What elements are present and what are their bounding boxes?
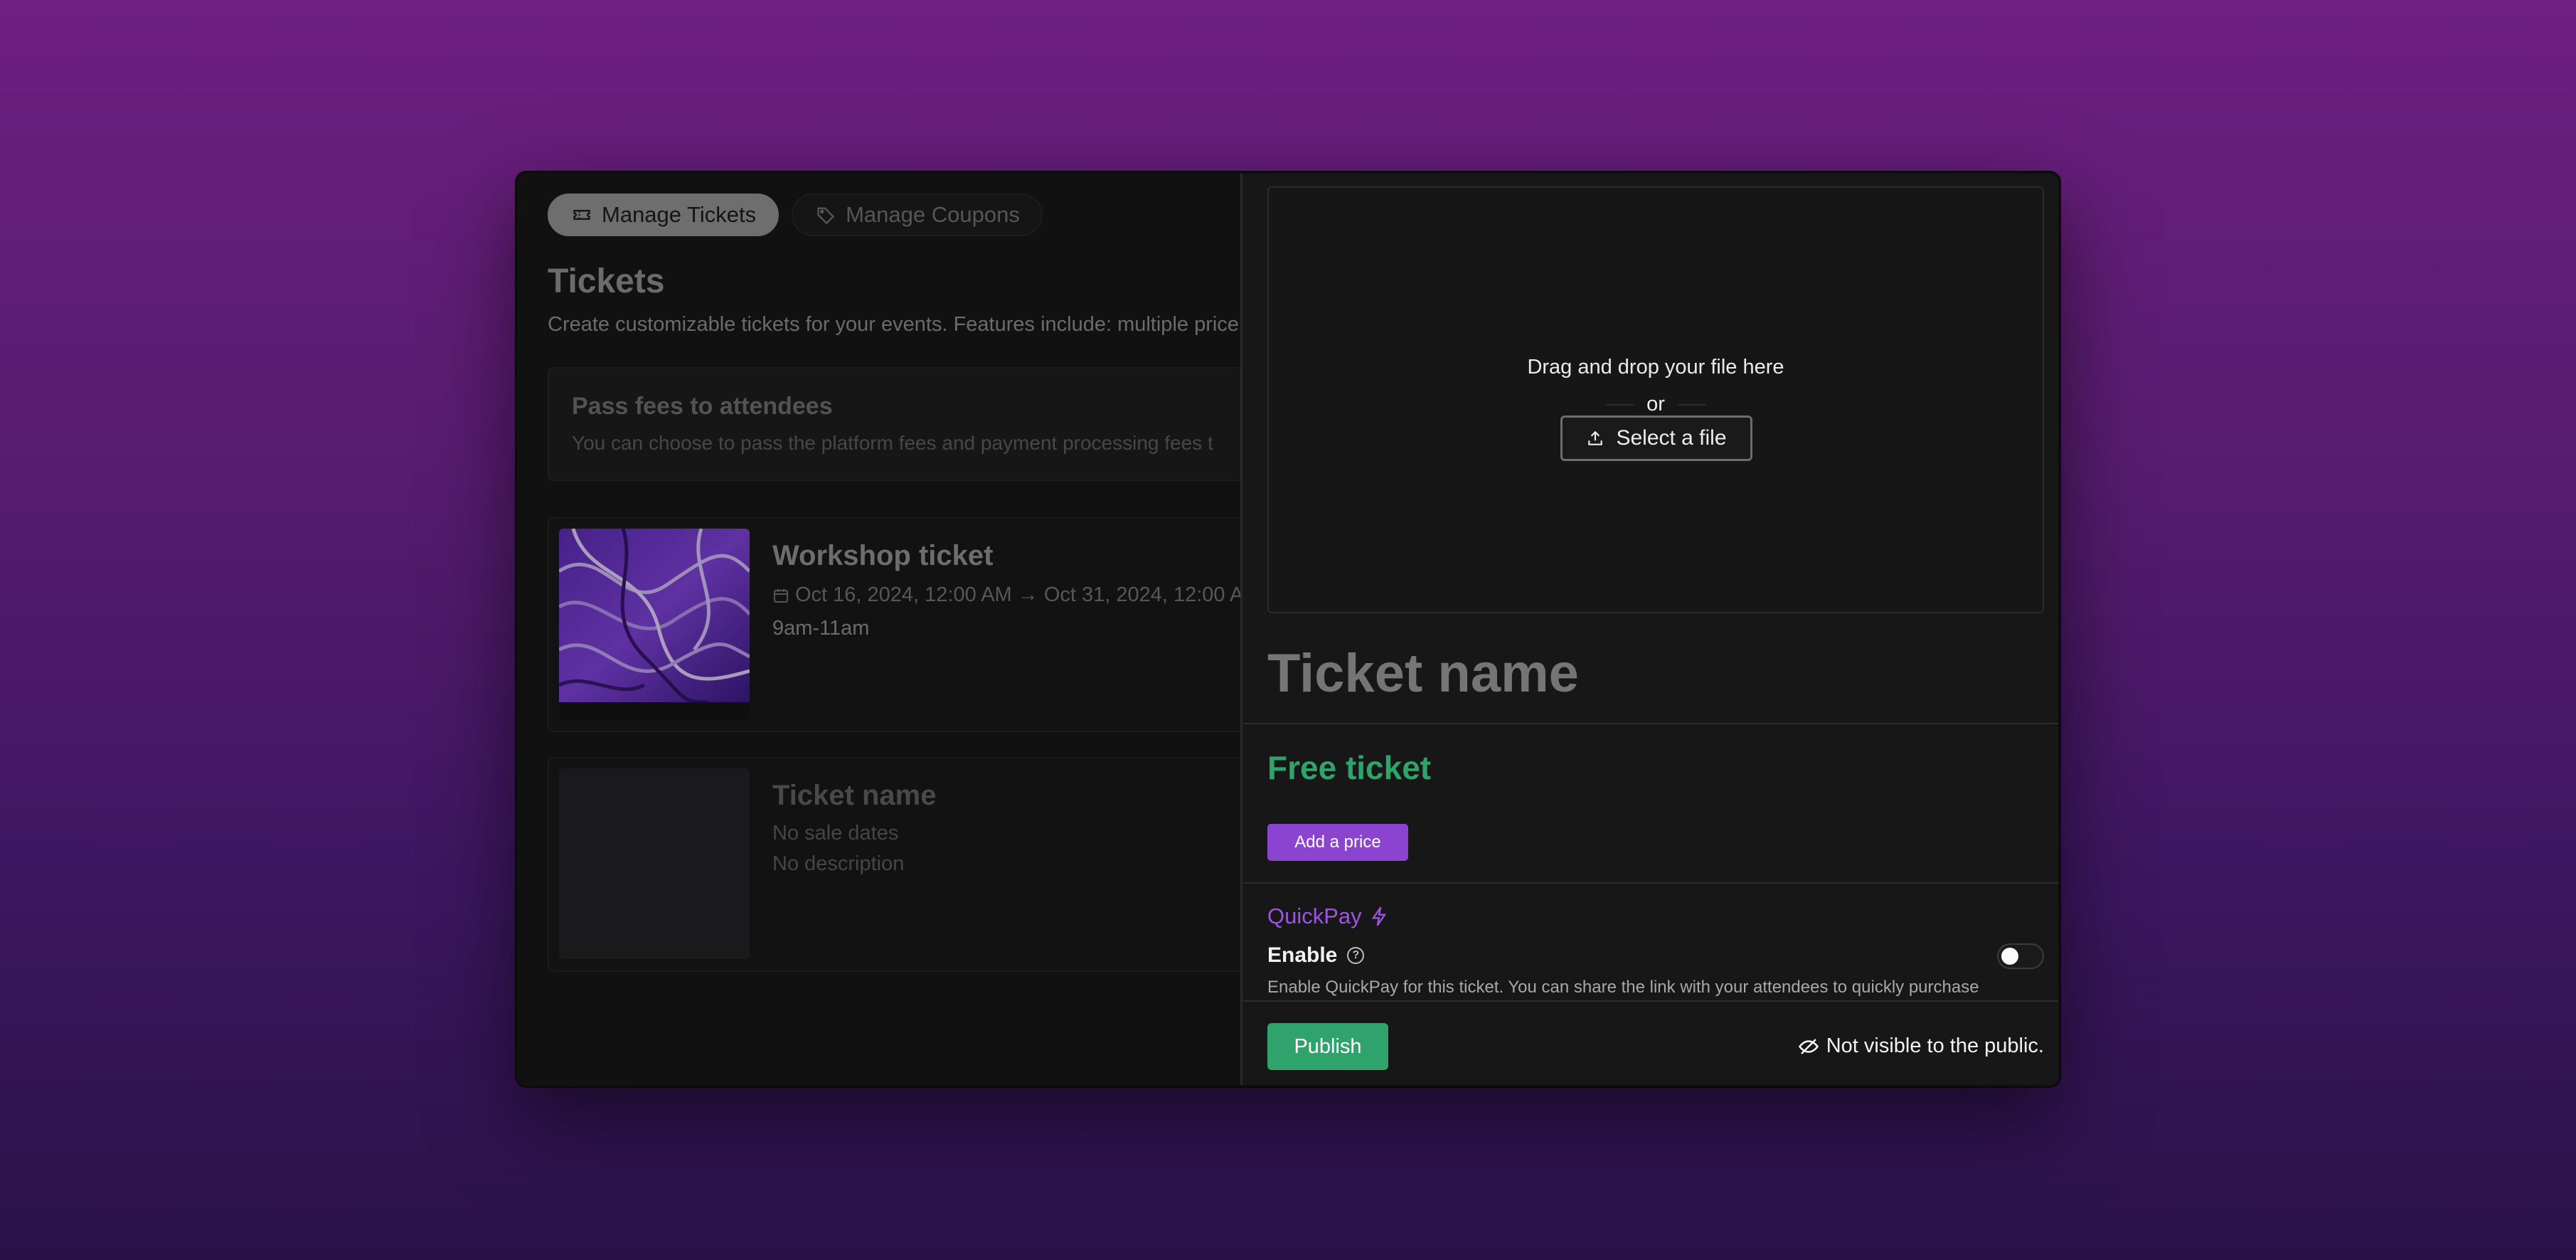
panel-divider (1240, 174, 1242, 1085)
add-price-button[interactable]: Add a price (1267, 824, 1408, 861)
tab-manage-tickets[interactable]: Manage Tickets (548, 194, 779, 236)
pass-fees-title: Pass fees to attendees (572, 393, 833, 420)
upload-icon (1588, 430, 1603, 445)
ticket-dates-text: Oct 16, 2024, 12:00 AM → Oct 31, 2024, 1… (795, 583, 1242, 606)
ticket-info: Ticket name No sale dates No description (772, 780, 937, 876)
divider (1243, 723, 2058, 724)
ticket-description: 9am-11am (772, 617, 870, 640)
toggle-knob (2001, 948, 2018, 965)
ticket-description: No description (772, 852, 905, 875)
divider-line (1605, 403, 1634, 406)
dropzone-or: or (1605, 393, 1706, 416)
ticket-image (559, 529, 750, 719)
ticket-dates: Oct 16, 2024, 12:00 AM → Oct 31, 2024, 1… (772, 583, 1242, 607)
ticket-info: Workshop ticket Oct 16, 2024, 12:00 AM →… (772, 540, 1242, 640)
dropzone-or-text: or (1646, 393, 1665, 415)
divider (1243, 882, 2058, 884)
divider (1243, 1000, 2058, 1002)
ticket-name-input[interactable] (1267, 637, 2044, 709)
dropzone-text: Drag and drop your file here (1527, 356, 1784, 378)
select-file-label: Select a file (1616, 426, 1727, 450)
pass-fees-subtitle: You can choose to pass the platform fees… (572, 432, 1213, 454)
ticket-dates-text: No sale dates (772, 822, 899, 845)
ticket-title: Ticket name (772, 780, 937, 811)
calendar-icon (774, 588, 788, 603)
eye-off-icon (1798, 1038, 1819, 1054)
enable-description: Enable QuickPay for this ticket. You can… (1267, 978, 1979, 997)
tab-bar: Manage Tickets Manage Coupons (548, 194, 1043, 236)
price-label: Free ticket (1267, 749, 1432, 786)
pass-fees-card[interactable]: Pass fees to attendees You can choose to… (548, 367, 1242, 481)
select-file-button[interactable]: Select a file (1560, 415, 1752, 461)
help-circle-icon[interactable]: ? (1347, 947, 1365, 964)
ticket-image-placeholder (559, 768, 750, 959)
visibility-text: Not visible to the public. (1826, 1034, 2044, 1057)
quickpay-enable-toggle[interactable] (1997, 943, 2044, 969)
tickets-description: Create customizable tickets for your eve… (548, 313, 1239, 336)
tab-manage-tickets-label: Manage Tickets (602, 202, 757, 227)
quickpay-title-text: QuickPay (1267, 904, 1362, 928)
image-dropzone[interactable]: Drag and drop your file here or Select a… (1267, 186, 2044, 613)
divider-line (1677, 403, 1706, 406)
enable-label: Enable (1267, 943, 1338, 967)
publish-button[interactable]: Publish (1267, 1023, 1388, 1070)
app-window: Manage Tickets Manage Coupons Tickets Cr… (516, 172, 2060, 1086)
ticket-title: Workshop ticket (772, 540, 994, 571)
visibility-status: Not visible to the public. (1798, 1034, 2044, 1058)
quickpay-title: QuickPay (1267, 904, 1389, 929)
ticket-card[interactable]: Workshop ticket Oct 16, 2024, 12:00 AM →… (548, 517, 1242, 732)
lightning-icon (1371, 906, 1386, 926)
ticket-icon (573, 210, 590, 220)
ticket-editor-panel: Drag and drop your file here or Select a… (1243, 174, 2058, 1085)
tab-manage-coupons[interactable]: Manage Coupons (792, 194, 1043, 236)
ticket-card[interactable]: Ticket name No sale dates No description (548, 757, 1242, 972)
enable-row: Enable ? (1267, 943, 1365, 968)
tickets-panel: Manage Tickets Manage Coupons Tickets Cr… (518, 174, 1242, 1085)
tag-icon (817, 207, 835, 225)
page-title: Tickets (548, 263, 665, 300)
tab-manage-coupons-label: Manage Coupons (846, 202, 1020, 227)
